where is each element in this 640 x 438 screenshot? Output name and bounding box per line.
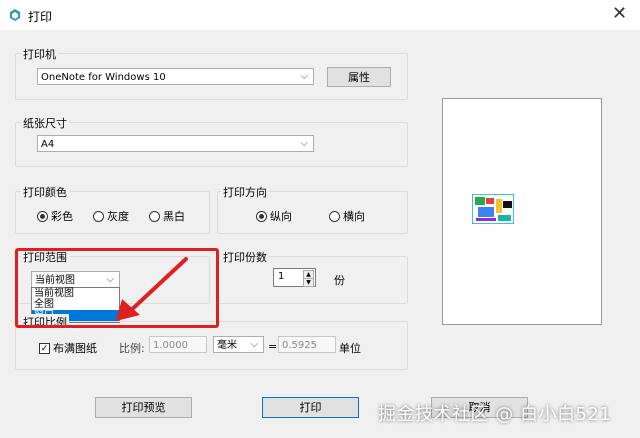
radio-indicator [329, 210, 340, 222]
scale-unit-select[interactable]: 毫米 ⌵ [213, 336, 264, 353]
chevron-down-icon: ⌵ [300, 138, 308, 149]
paper-size-group-label: 纸张尺寸 [21, 115, 69, 131]
print-preview-button[interactable]: 打印预览 [95, 397, 192, 418]
check-icon: ✓ [39, 342, 50, 354]
printer-group-label: 打印机 [21, 46, 58, 62]
printer-properties-button[interactable]: 属性 [327, 67, 391, 87]
annotation-arrow-icon [116, 257, 188, 321]
title-bar [0, 0, 640, 30]
radio-indicator [256, 210, 267, 222]
radio-label: 横向 [343, 210, 365, 223]
scale-ratio-label: 比例: [119, 342, 145, 355]
print-button[interactable]: 打印 [262, 397, 359, 418]
chevron-down-icon: ⌵ [250, 339, 258, 350]
scale-ratio-input[interactable]: 1.0000 [149, 336, 207, 353]
radio-orientation-landscape[interactable]: 横向 [329, 208, 365, 224]
copies-unit: 份 [334, 274, 345, 287]
radio-color-bw[interactable]: 黑白 [149, 208, 185, 224]
paper-size-select-value: A4 [41, 139, 55, 150]
watermark-text: 掘金技术社区 @ 白小白521 [378, 404, 612, 425]
radio-label: 灰度 [107, 210, 129, 223]
drawing-thumbnail [472, 194, 514, 224]
scale-result-input[interactable]: 0.5925 [278, 336, 336, 353]
printer-select[interactable]: OneNote for Windows 10 ⌵ [37, 68, 314, 85]
radio-color-full[interactable]: 彩色 [37, 208, 73, 224]
window-title: 打印 [28, 10, 53, 24]
paper-size-select[interactable]: A4 ⌵ [37, 135, 314, 152]
radio-indicator [37, 210, 48, 222]
copies-value: 1 [278, 271, 285, 282]
stepper-down-icon[interactable]: ▼ [303, 278, 314, 287]
copies-stepper[interactable]: 1 ▲ ▼ [273, 268, 316, 287]
radio-indicator [149, 210, 160, 222]
radio-orientation-portrait[interactable]: 纵向 [256, 208, 292, 224]
radio-label: 黑白 [163, 210, 185, 223]
app-logo-icon [10, 9, 20, 21]
close-icon[interactable]: ✕ [612, 5, 627, 23]
radio-label: 纵向 [270, 210, 292, 223]
unit-label: 单位 [339, 342, 361, 355]
fit-to-paper-checkbox[interactable]: ✓ 布满图纸 [39, 340, 97, 356]
print-preview-pane [442, 98, 602, 325]
equals-sign: = [268, 340, 278, 353]
print-copies-group-label: 打印份数 [221, 249, 269, 265]
radio-label: 彩色 [51, 210, 73, 223]
print-color-group-label: 打印颜色 [21, 184, 69, 200]
radio-color-gray[interactable]: 灰度 [93, 208, 129, 224]
radio-indicator [93, 210, 104, 222]
print-orientation-group-label: 打印方向 [221, 184, 269, 200]
scale-unit-value: 毫米 [217, 340, 237, 351]
fit-to-paper-label: 布满图纸 [53, 342, 97, 355]
chevron-down-icon: ⌵ [300, 71, 308, 82]
printer-select-value: OneNote for Windows 10 [41, 72, 166, 83]
